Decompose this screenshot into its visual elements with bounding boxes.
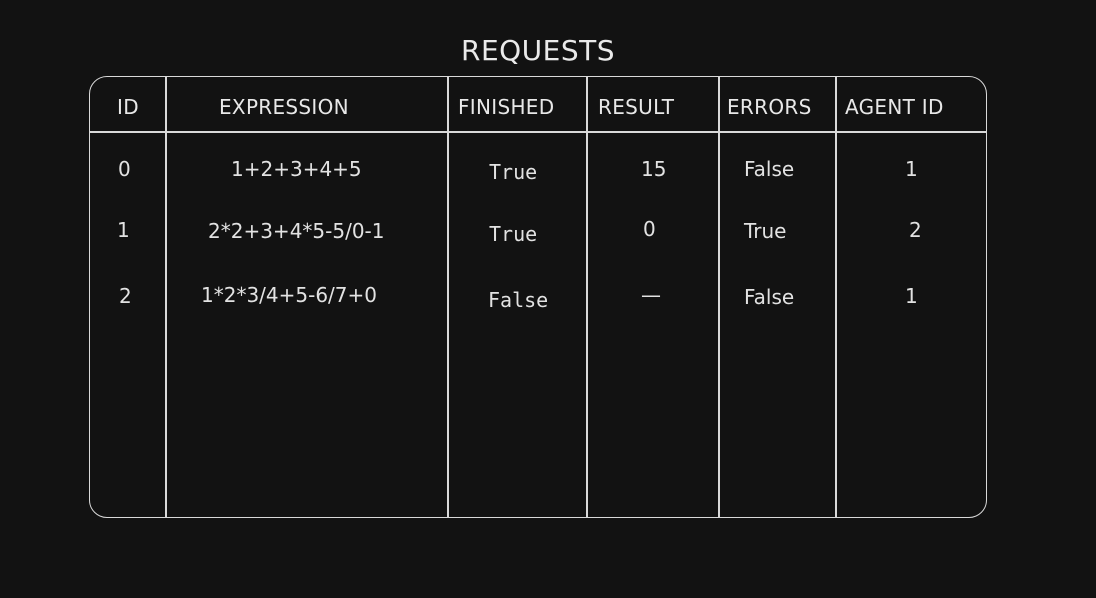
cell-id: 0 — [118, 157, 131, 181]
requests-table: ID EXPRESSION FINISHED RESULT ERRORS AGE… — [89, 76, 987, 518]
column-divider — [447, 77, 449, 517]
column-divider — [835, 77, 837, 517]
cell-expression: 2*2+3+4*5-5/0-1 — [208, 219, 385, 243]
column-divider — [165, 77, 167, 517]
column-header-id: ID — [117, 95, 139, 119]
cell-agent-id: 1 — [905, 284, 918, 308]
cell-errors: False — [744, 157, 795, 181]
cell-agent-id: 1 — [905, 157, 918, 181]
cell-finished: True — [489, 160, 538, 184]
header-divider — [90, 131, 986, 133]
cell-id: 1 — [117, 218, 130, 242]
cell-agent-id: 2 — [909, 218, 922, 242]
cell-expression: 1+2+3+4+5 — [231, 157, 362, 181]
column-header-errors: ERRORS — [727, 95, 812, 119]
column-header-agent-id: AGENT ID — [845, 95, 944, 119]
column-header-finished: FINISHED — [458, 95, 555, 119]
cell-result: — — [641, 283, 661, 307]
column-divider — [718, 77, 720, 517]
page-title: REQUESTS — [460, 34, 616, 67]
cell-errors: True — [744, 219, 787, 243]
cell-finished: True — [489, 222, 538, 246]
cell-errors: False — [744, 285, 795, 309]
column-header-expression: EXPRESSION — [219, 95, 349, 119]
column-divider — [586, 77, 588, 517]
cell-id: 2 — [119, 284, 132, 308]
cell-expression: 1*2*3/4+5-6/7+0 — [201, 283, 378, 307]
cell-finished: False — [488, 288, 549, 312]
column-header-result: RESULT — [598, 95, 675, 119]
cell-result: 0 — [643, 217, 656, 241]
cell-result: 15 — [641, 157, 667, 181]
